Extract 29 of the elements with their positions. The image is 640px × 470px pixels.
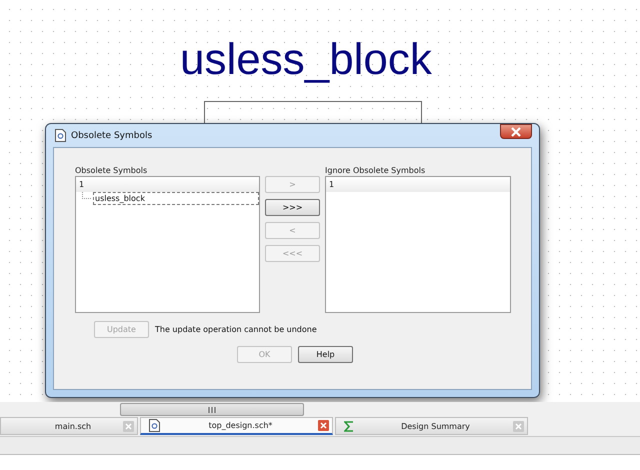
horizontal-scrollbar[interactable] (0, 402, 640, 417)
update-warning: The update operation cannot be undone (155, 325, 317, 334)
dialog-title: Obsolete Symbols (71, 130, 152, 140)
close-button[interactable] (500, 124, 532, 139)
tree-line (82, 192, 91, 199)
ignore-list[interactable]: 1 (325, 176, 511, 313)
dialog-button[interactable]: Help (298, 346, 353, 363)
close-icon (515, 422, 522, 430)
grip-icon (208, 406, 216, 412)
list-label: Ignore Obsolete Symbols (325, 166, 426, 175)
close-icon (320, 422, 327, 429)
close-icon (125, 422, 132, 430)
group-row[interactable]: 1 (76, 177, 259, 192)
tab-close-button[interactable] (513, 420, 524, 432)
tab-close-button[interactable] (318, 420, 329, 431)
document-tab[interactable]: top_design.sch* (140, 417, 333, 435)
move-button[interactable]: >>> (265, 199, 320, 216)
list-label: Obsolete Symbols (75, 166, 148, 175)
document-icon (149, 419, 160, 432)
document-icon (55, 129, 66, 142)
obsolete-list[interactable]: 1 usless_block (75, 176, 260, 313)
document-tab[interactable]: main.sch (0, 417, 138, 435)
group-row[interactable]: 1 (326, 177, 510, 192)
close-icon (510, 126, 522, 136)
symbol-name: usless_block (180, 38, 432, 82)
document-tab[interactable]: Design Summary (335, 417, 528, 435)
sigma-icon (344, 420, 354, 432)
scrollbar-thumb[interactable] (120, 403, 304, 416)
tab-close-button[interactable] (123, 420, 134, 432)
